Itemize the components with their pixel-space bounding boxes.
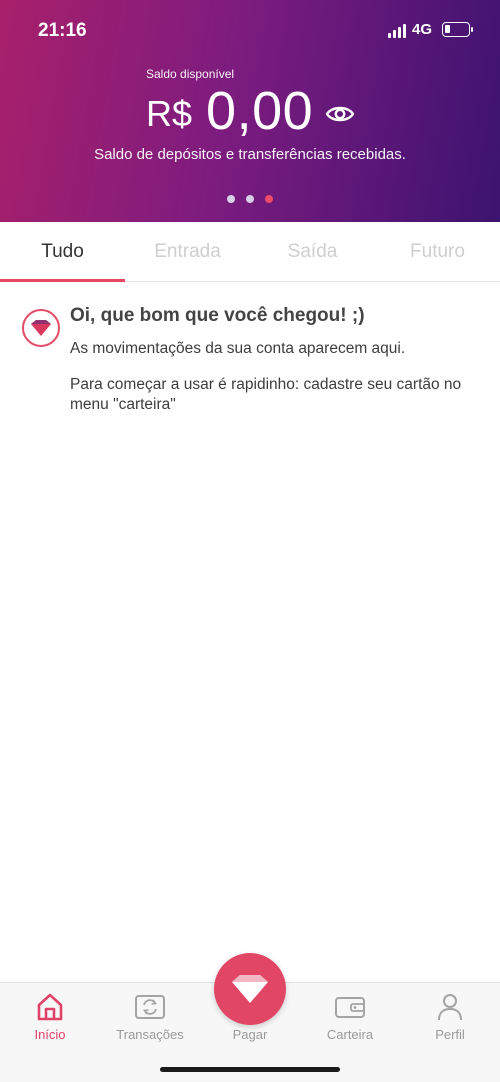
transactions-icon	[100, 991, 200, 1023]
tab-saida[interactable]: Saída	[250, 222, 375, 281]
tab-tudo[interactable]: Tudo	[0, 222, 125, 282]
tab-futuro[interactable]: Futuro	[375, 222, 500, 281]
nav-label: Transações	[116, 1027, 184, 1042]
nav-carteira[interactable]: Carteira	[300, 991, 400, 1042]
heart-pay-icon	[232, 975, 268, 1003]
carousel-dot-active[interactable]	[265, 195, 273, 203]
status-bar: 21:16 4G	[0, 0, 500, 60]
balance-amount: R$ 0,00	[146, 80, 355, 142]
pay-button[interactable]	[214, 953, 286, 1025]
balance-currency: R$	[146, 93, 193, 134]
network-label: 4G	[411, 21, 432, 38]
welcome-text: As movimentações da sua conta aparecem a…	[70, 340, 406, 357]
welcome-instructions: Para começar a usar é rapidinho: cadastr…	[70, 376, 462, 413]
balance-value: 0,00	[206, 81, 314, 141]
home-indicator[interactable]	[160, 1067, 340, 1072]
status-time: 21:16	[38, 20, 87, 41]
nav-label: Carteira	[326, 1027, 374, 1042]
status-indicators: 4G	[387, 21, 473, 38]
carousel-dot[interactable]	[246, 195, 254, 203]
wallet-icon	[300, 991, 400, 1023]
bottom-nav: Início Transações Pagar Carteira Perfil	[0, 953, 500, 1082]
balance-header: 21:16 4G Saldo disponível R$ 0,00 Saldo …	[0, 0, 500, 222]
nav-inicio[interactable]: Início	[0, 991, 100, 1042]
profile-icon	[400, 991, 500, 1023]
welcome-title: Oi, que bom que você chegou! ;)	[70, 305, 365, 326]
carousel-dots[interactable]	[0, 195, 500, 203]
balance-description: Saldo de depósitos e transferências rece…	[94, 146, 406, 163]
nav-transacoes[interactable]: Transações	[100, 991, 200, 1042]
carousel-dot[interactable]	[227, 195, 235, 203]
pay-label[interactable]: Pagar	[200, 1027, 300, 1042]
tab-entrada[interactable]: Entrada	[125, 222, 250, 281]
battery-icon	[442, 22, 473, 37]
nav-label: Perfil	[435, 1027, 465, 1042]
heart-logo-icon	[22, 309, 60, 347]
balance-label: Saldo disponível	[146, 67, 235, 81]
nav-perfil[interactable]: Perfil	[400, 991, 500, 1042]
home-icon	[0, 991, 100, 1023]
nav-label: Início	[34, 1027, 66, 1042]
transaction-tabs: Tudo Entrada Saída Futuro	[0, 222, 500, 282]
signal-icon	[387, 22, 406, 38]
eye-icon[interactable]	[325, 104, 355, 124]
